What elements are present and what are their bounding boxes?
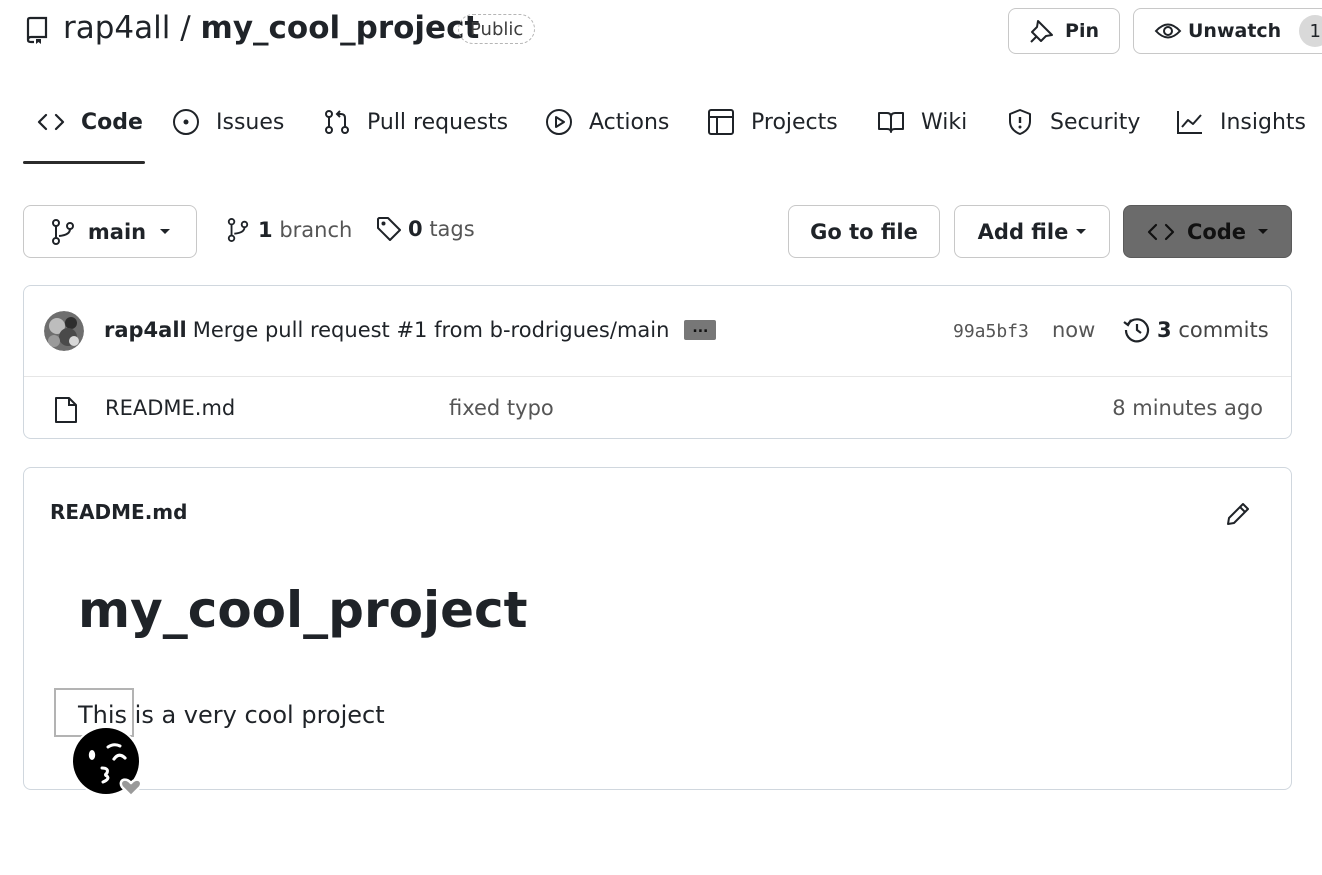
repo-owner-link[interactable]: rap4all bbox=[63, 10, 170, 46]
add-file-label: Add file bbox=[977, 219, 1069, 244]
commit-count: 3 bbox=[1157, 318, 1172, 342]
branch-icon bbox=[50, 218, 76, 246]
branch-count-icon bbox=[226, 216, 250, 244]
code-button-icon bbox=[1147, 218, 1175, 246]
repo-breadcrumb: rap4all / my_cool_project bbox=[63, 10, 479, 46]
tab-wiki[interactable]: Wiki bbox=[877, 108, 967, 136]
tab-projects[interactable]: Projects bbox=[707, 108, 838, 136]
commit-message-link[interactable]: Merge pull request #1 from b-rodrigues/m… bbox=[193, 318, 670, 342]
repo-icon bbox=[24, 16, 50, 44]
chevron-down-icon bbox=[1076, 229, 1087, 234]
code-icon bbox=[37, 108, 65, 136]
branch-count: 1 bbox=[258, 218, 273, 242]
file-name-link[interactable]: README.md bbox=[105, 396, 235, 420]
file-commit-time: 8 minutes ago bbox=[1112, 396, 1263, 420]
commit-summary: rap4all Merge pull request #1 from b-rod… bbox=[104, 318, 717, 342]
kissing-face-emoji-icon bbox=[70, 725, 150, 801]
tab-pull-requests-label: Pull requests bbox=[367, 109, 509, 135]
readme-heading: my_cool_project bbox=[78, 581, 528, 639]
unwatch-button[interactable]: Unwatch 1 bbox=[1133, 8, 1322, 54]
tags-link[interactable]: 0 tags bbox=[376, 216, 475, 242]
graph-icon bbox=[1176, 108, 1204, 136]
repo-name-link[interactable]: my_cool_project bbox=[201, 10, 480, 46]
tab-actions[interactable]: Actions bbox=[545, 108, 669, 136]
commits-word: commits bbox=[1178, 318, 1269, 342]
branch-name: main bbox=[87, 219, 147, 244]
tab-insights[interactable]: Insights bbox=[1176, 108, 1306, 136]
file-icon bbox=[54, 396, 78, 424]
eye-icon bbox=[1154, 19, 1182, 43]
visibility-badge: Public bbox=[458, 14, 536, 44]
readme-filename: README.md bbox=[50, 500, 188, 524]
edit-readme-button[interactable] bbox=[1224, 500, 1252, 528]
avatar[interactable] bbox=[44, 311, 84, 351]
commit-sha-link[interactable]: 99a5bf3 bbox=[953, 321, 1029, 342]
tab-issues-label: Issues bbox=[216, 109, 285, 135]
tab-code-label: Code bbox=[81, 109, 143, 135]
go-to-file-button[interactable]: Go to file bbox=[788, 205, 940, 258]
book-icon bbox=[877, 108, 905, 136]
tab-actions-label: Actions bbox=[589, 109, 670, 135]
code-button-label: Code bbox=[1186, 219, 1247, 244]
pin-icon bbox=[1029, 18, 1055, 44]
code-button[interactable]: Code bbox=[1123, 205, 1292, 258]
tab-wiki-label: Wiki bbox=[921, 109, 968, 135]
commit-expand-button[interactable]: ... bbox=[684, 320, 717, 340]
branch-word: branch bbox=[279, 218, 353, 242]
commit-author-link[interactable]: rap4all bbox=[104, 318, 187, 342]
tab-projects-label: Projects bbox=[751, 109, 838, 135]
commit-time: now bbox=[1052, 318, 1096, 342]
tab-security[interactable]: Security bbox=[1006, 108, 1140, 136]
commits-link[interactable]: 3 commits bbox=[1123, 316, 1269, 344]
breadcrumb-separator: / bbox=[170, 10, 201, 46]
tag-count: 0 bbox=[408, 217, 423, 241]
tag-word: tags bbox=[429, 217, 475, 241]
tab-insights-label: Insights bbox=[1220, 109, 1307, 135]
active-tab-underline bbox=[23, 161, 145, 164]
shield-icon bbox=[1006, 108, 1034, 136]
chevron-down-icon bbox=[160, 229, 171, 234]
file-commit-message[interactable]: fixed typo bbox=[449, 396, 554, 420]
file-row[interactable]: README.md fixed typo 8 minutes ago bbox=[24, 377, 1291, 438]
pencil-icon bbox=[1224, 500, 1252, 528]
tab-issues[interactable]: Issues bbox=[172, 108, 284, 136]
branches-link[interactable]: 1 branch bbox=[226, 216, 352, 244]
pin-label: Pin bbox=[1065, 20, 1099, 42]
watch-count-badge: 1 bbox=[1299, 15, 1322, 47]
chevron-down-icon bbox=[1258, 229, 1269, 234]
add-file-button[interactable]: Add file bbox=[954, 205, 1110, 258]
play-icon bbox=[545, 108, 573, 136]
history-icon bbox=[1123, 316, 1151, 344]
tab-code[interactable]: Code bbox=[37, 108, 143, 136]
tag-icon bbox=[376, 216, 402, 242]
branch-select[interactable]: main bbox=[23, 205, 197, 258]
tab-security-label: Security bbox=[1050, 109, 1141, 135]
unwatch-label: Unwatch bbox=[1188, 20, 1282, 42]
issue-icon bbox=[172, 108, 200, 136]
pin-button[interactable]: Pin bbox=[1008, 8, 1120, 54]
table-icon bbox=[707, 108, 735, 136]
pull-request-icon bbox=[323, 108, 351, 136]
tab-pull-requests[interactable]: Pull requests bbox=[323, 108, 508, 136]
